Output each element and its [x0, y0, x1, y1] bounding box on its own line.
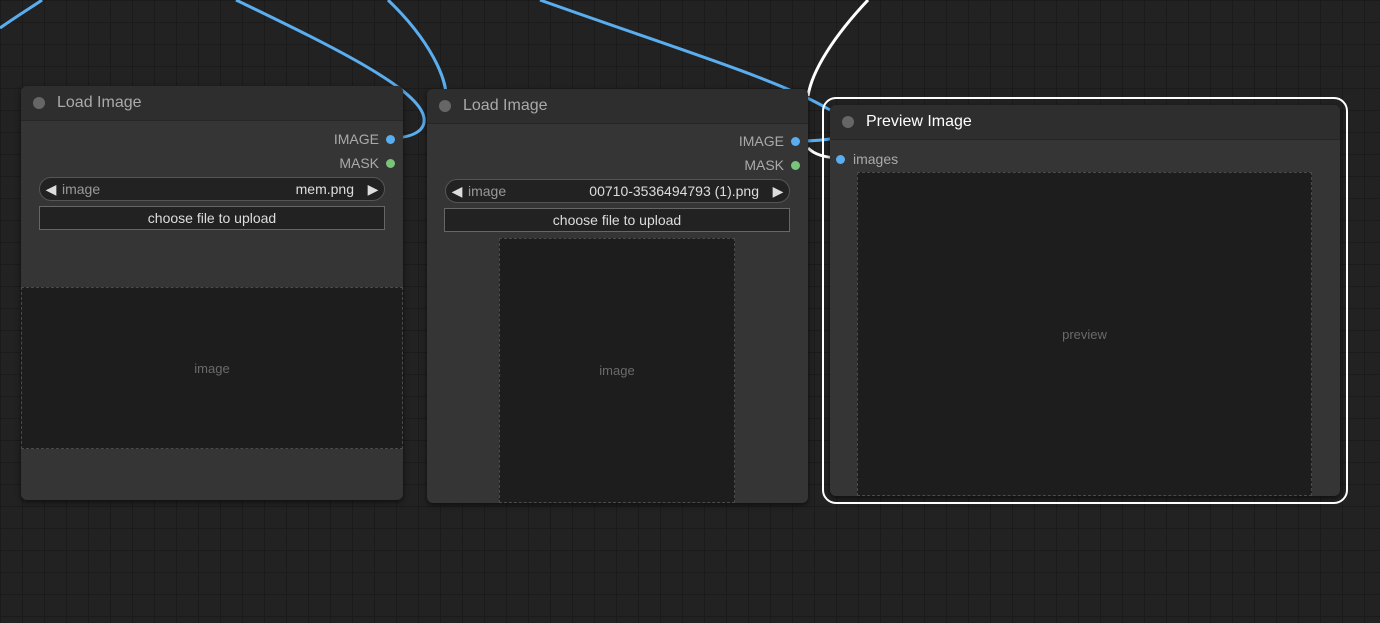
- output-image[interactable]: IMAGE: [739, 133, 800, 149]
- link-wire: [386, 0, 448, 101]
- image-combo[interactable]: ◀ image mem.png ▶: [39, 177, 385, 201]
- node-title: Load Image: [463, 97, 548, 114]
- arrow-left-icon[interactable]: ◀: [446, 183, 468, 200]
- output-mask[interactable]: MASK: [744, 157, 800, 173]
- load-image-node-1[interactable]: Load Image IMAGE MASK ◀ image mem.png ▶ …: [21, 86, 403, 500]
- image-preview: image: [499, 238, 735, 503]
- output-slot-icon[interactable]: [386, 158, 395, 168]
- combo-value: 00710-3536494793 (1).png: [589, 183, 759, 199]
- output-slot-icon[interactable]: [791, 160, 800, 170]
- node-title-bar[interactable]: Load Image: [427, 89, 808, 124]
- preview-output: preview: [857, 172, 1312, 496]
- node-title: Preview Image: [866, 113, 972, 130]
- output-image[interactable]: IMAGE: [334, 131, 395, 147]
- node-title-bar[interactable]: Load Image: [21, 86, 403, 121]
- output-slot-icon[interactable]: [791, 136, 800, 146]
- collapse-dot-icon[interactable]: [842, 116, 854, 128]
- image-combo[interactable]: ◀ image 00710-3536494793 (1).png ▶: [445, 179, 790, 203]
- output-mask[interactable]: MASK: [339, 155, 395, 171]
- arrow-right-icon[interactable]: ▶: [362, 181, 384, 198]
- input-label: images: [853, 151, 899, 167]
- output-label: MASK: [744, 157, 784, 173]
- output-slot-icon[interactable]: [386, 134, 395, 144]
- link-wire: [0, 0, 43, 30]
- output-label: IMAGE: [333, 131, 379, 147]
- arrow-right-icon[interactable]: ▶: [767, 183, 789, 200]
- input-slot-icon[interactable]: [836, 154, 845, 164]
- load-image-node-2[interactable]: Load Image IMAGE MASK ◀ image 00710-3536…: [427, 89, 808, 503]
- output-label: IMAGE: [738, 133, 784, 149]
- image-preview: image: [21, 287, 403, 449]
- combo-value: mem.png: [295, 181, 354, 197]
- output-label: MASK: [339, 155, 379, 171]
- preview-image-node[interactable]: Preview Image images preview: [822, 97, 1348, 504]
- input-images[interactable]: images: [836, 151, 898, 167]
- node-title: Load Image: [57, 94, 142, 111]
- collapse-dot-icon[interactable]: [439, 100, 451, 112]
- combo-label: image: [62, 181, 101, 197]
- combo-label: image: [468, 183, 507, 199]
- upload-button[interactable]: choose file to upload: [39, 206, 385, 230]
- link-wire: [806, 0, 870, 97]
- arrow-left-icon[interactable]: ◀: [40, 181, 62, 198]
- node-title-bar[interactable]: Preview Image: [830, 105, 1340, 140]
- collapse-dot-icon[interactable]: [33, 97, 45, 109]
- upload-button[interactable]: choose file to upload: [444, 208, 790, 232]
